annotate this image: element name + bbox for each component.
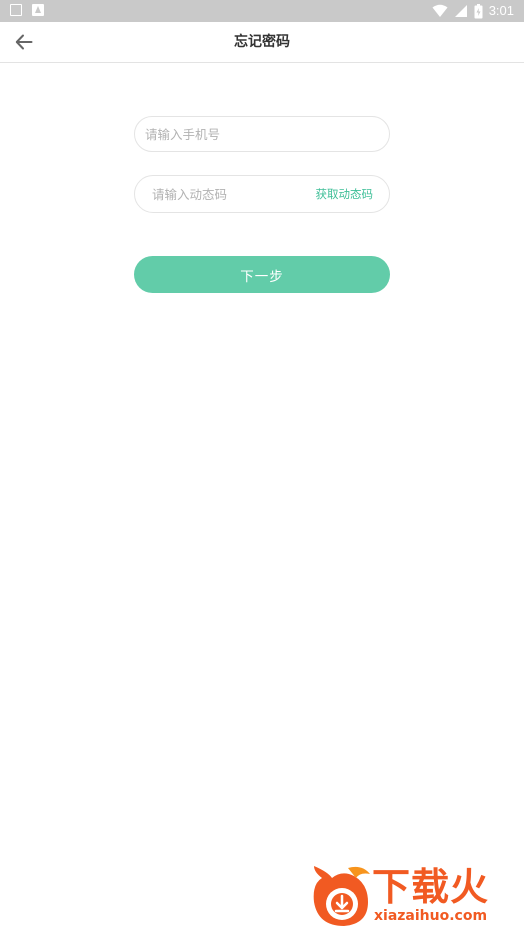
page-title: 忘记密码	[234, 34, 290, 50]
watermark-title: 下载火	[372, 865, 490, 909]
wifi-icon	[432, 4, 448, 17]
phone-field	[134, 116, 390, 152]
phone-input[interactable]	[135, 117, 389, 151]
back-button[interactable]	[8, 26, 40, 58]
signal-icon	[454, 5, 467, 17]
flame-logo-icon	[313, 866, 370, 926]
watermark: 下载火 xiazaihuo.com	[308, 862, 520, 928]
status-bar: 3:01	[0, 0, 524, 22]
next-button[interactable]: 下一步	[134, 256, 390, 293]
status-bar-left	[10, 4, 44, 16]
status-bar-right: 3:01	[432, 2, 514, 20]
screen: 3:01 忘记密码 获取动态码 下一步 下载火 xiaza	[0, 0, 524, 932]
notification-box-icon	[10, 4, 22, 16]
code-input[interactable]	[135, 176, 305, 212]
status-time: 3:01	[488, 3, 514, 18]
code-field: 获取动态码	[134, 175, 390, 213]
arrow-left-icon	[15, 34, 33, 50]
app-bar: 忘记密码	[0, 22, 524, 63]
watermark-domain: xiazaihuo.com	[374, 908, 488, 924]
get-code-button[interactable]: 获取动态码	[316, 176, 374, 212]
battery-icon	[474, 3, 483, 18]
app-a-icon	[32, 4, 44, 16]
